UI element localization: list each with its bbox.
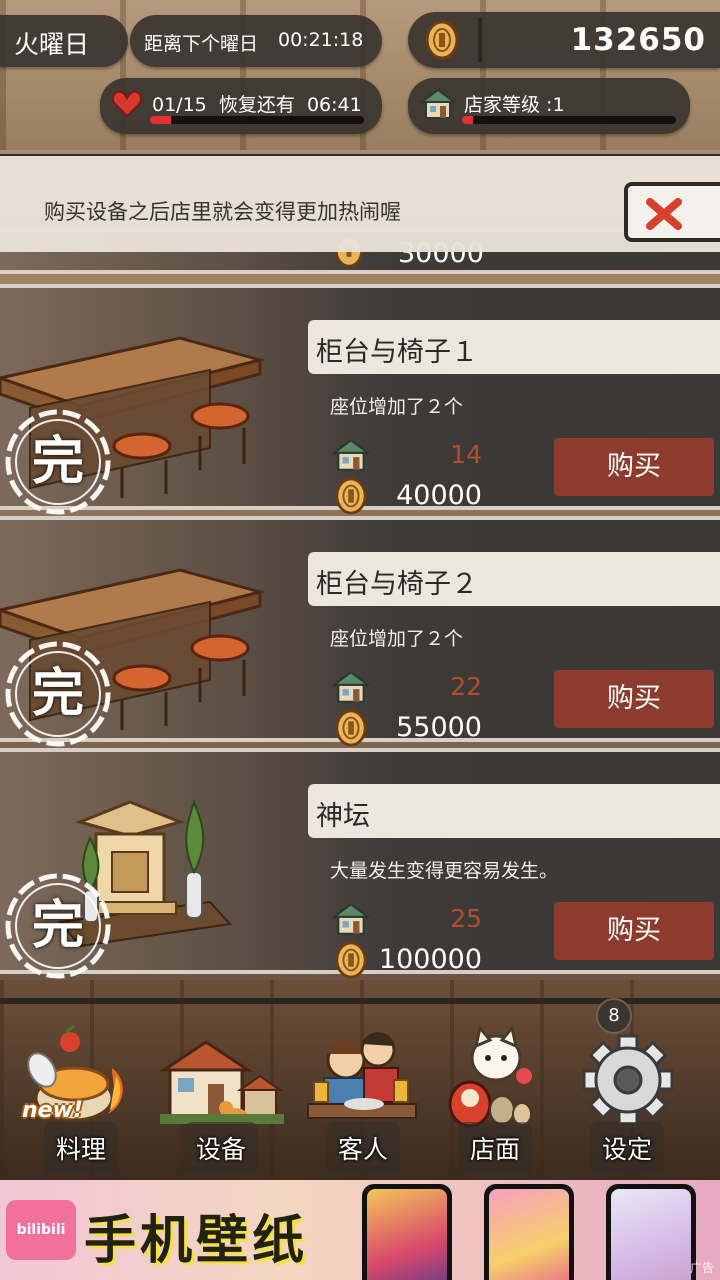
equipment-icon <box>156 1018 286 1138</box>
tip-banner: 购买设备之后店里就会变得更加热闹喔 <box>0 154 720 252</box>
required-level: 25 <box>450 904 482 933</box>
day-countdown: 距离下个曜日 00:21:18 <box>130 15 382 67</box>
item-name: 柜台与椅子１ <box>316 337 478 368</box>
completed-stamp-text: 完 <box>31 432 84 492</box>
item-price: 55000 <box>396 712 482 743</box>
nav-item-equipment[interactable]: 设备 <box>156 1004 286 1180</box>
new-tag: new! <box>22 1098 83 1123</box>
house-icon <box>330 670 372 708</box>
completed-stamp-text: 完 <box>31 896 84 956</box>
stamina-bar <box>150 116 364 124</box>
item-description: 座位增加了２个 <box>330 396 464 418</box>
item-price: 100000 <box>378 944 482 975</box>
house-icon <box>330 902 372 940</box>
buy-button[interactable]: 购买 <box>554 902 714 960</box>
coin-icon <box>334 708 368 752</box>
coin-counter: 132650 <box>408 12 720 68</box>
item-description: 大量发生变得更容易发生。 <box>330 860 559 882</box>
shop-level-bar <box>462 116 676 124</box>
countdown-time: 00:21:18 <box>278 29 364 51</box>
stamina-count: 01/15 <box>152 94 207 116</box>
item-name-plate: 柜台与椅子２ <box>308 552 720 606</box>
nav-item-storefront[interactable]: 店面 <box>430 1004 560 1180</box>
weekday-label: 火曜日 <box>14 30 90 59</box>
weekday-indicator: 火曜日 <box>0 15 128 67</box>
ad-title: 手机壁纸 <box>84 1211 309 1271</box>
ad-phone-image <box>362 1184 452 1280</box>
coin-icon <box>334 476 368 520</box>
equipment-card: 完 柜台与椅子１ 座位增加了２个 14 40000 购买 <box>0 284 720 515</box>
item-name-plate: 柜台与椅子１ <box>308 320 720 374</box>
ad-phone-image <box>484 1184 574 1280</box>
house-icon <box>330 438 372 476</box>
close-banner-button[interactable] <box>624 182 720 242</box>
heart-icon <box>111 90 143 122</box>
nav-item-settings[interactable]: 设定 <box>562 1004 692 1180</box>
stamina-bar-fill <box>150 116 172 124</box>
nav-label: 料理 <box>55 1135 106 1164</box>
nav-item-guests[interactable]: 客人 <box>298 1004 428 1180</box>
required-level: 14 <box>450 440 482 469</box>
ad-phone-image <box>606 1184 696 1280</box>
nav-label: 店面 <box>469 1135 520 1164</box>
item-name-plate: 神坛 <box>308 784 720 838</box>
stamina-meter: 01/15 恢复还有 06:41 <box>100 78 382 134</box>
guests-icon <box>298 1018 428 1138</box>
coin-divider <box>478 18 482 62</box>
close-icon <box>646 198 682 230</box>
completed-stamp-text: 完 <box>31 664 84 724</box>
shop-level-text: 店家等级 :1 <box>464 94 565 116</box>
buy-button[interactable]: 购买 <box>554 438 714 496</box>
house-icon <box>419 88 457 124</box>
item-description: 座位增加了２个 <box>330 628 464 650</box>
completed-stamp: 完 <box>4 872 112 984</box>
recover-label: 恢复还有 <box>218 94 295 116</box>
equipment-card: 完 柜台与椅子２ 座位增加了２个 22 55000 购买 <box>0 516 720 747</box>
equipment-card: 完 神坛 大量发生变得更容易发生。 25 100000 购买 <box>0 748 720 979</box>
ad-banner[interactable]: bilibili 手机壁纸 广告 <box>0 1180 720 1280</box>
coin-icon <box>334 940 368 984</box>
nav-label: 客人 <box>337 1135 388 1164</box>
tip-message: 购买设备之后店里就会变得更加热闹喔 <box>44 200 401 224</box>
ad-logo: bilibili <box>6 1200 76 1260</box>
required-level: 22 <box>450 672 482 701</box>
gear-icon <box>562 1018 692 1138</box>
shop-level-meter: 店家等级 :1 <box>408 78 690 134</box>
item-price: 40000 <box>396 480 482 511</box>
settings-badge: 8 <box>596 998 632 1034</box>
nav-label: 设定 <box>601 1135 652 1164</box>
buy-button[interactable]: 购买 <box>554 670 714 728</box>
recover-time: 06:41 <box>306 94 362 116</box>
item-name: 神坛 <box>316 801 370 832</box>
ad-mark: 广告 <box>689 1261 714 1275</box>
shop-level-bar-fill <box>462 116 473 124</box>
stamina-text: 01/15 恢复还有 06:41 <box>152 90 362 117</box>
item-name: 柜台与椅子２ <box>316 569 478 600</box>
coin-amount: 132650 <box>570 22 706 58</box>
countdown-label: 距离下个曜日 <box>144 33 259 55</box>
nav-label: 设备 <box>195 1135 246 1164</box>
storefront-icon <box>430 1018 560 1138</box>
coin-icon <box>424 20 460 64</box>
nav-item-cooking[interactable]: 料理 <box>16 1004 146 1180</box>
completed-stamp: 完 <box>4 408 112 520</box>
completed-stamp: 完 <box>4 640 112 752</box>
